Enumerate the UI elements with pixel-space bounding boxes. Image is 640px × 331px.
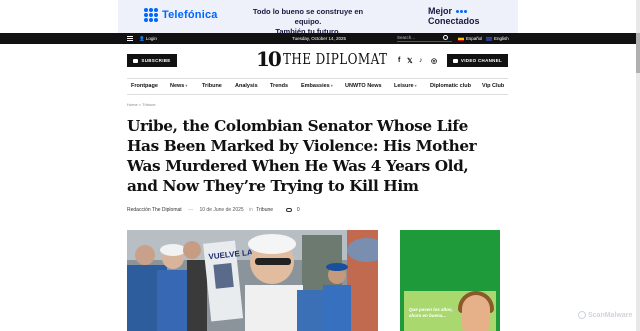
language-english[interactable]: English	[486, 36, 509, 41]
nav-label: Analysis	[235, 83, 258, 89]
sidebar-ad[interactable]: Que pasen los años, ahora en buena...	[400, 230, 500, 331]
ad-person-face	[462, 295, 490, 331]
nav-item-tribune[interactable]: Tribune	[202, 83, 222, 89]
breadcrumb-section[interactable]: Tribune	[142, 102, 155, 107]
nav-item-leisure[interactable]: Leisure▾	[394, 83, 417, 89]
site-logo[interactable]: 10 THE DIPLOMAT	[256, 47, 387, 71]
ad-brand2-line1: Mejor	[428, 6, 453, 16]
hamburger-menu-icon[interactable]	[127, 36, 133, 41]
logo-number: 10	[256, 47, 282, 71]
language-spanish-label: Español	[466, 36, 483, 41]
breadcrumb-home[interactable]: Home	[127, 102, 138, 107]
article-headline: Uribe, the Colombian Senator Whose Life …	[127, 117, 477, 195]
nav-label: Frontpage	[131, 83, 158, 89]
language-spanish[interactable]: Español	[458, 36, 482, 41]
meta-dash: —	[188, 207, 194, 213]
sidebar-ad-text: Que pasen los años, ahora en buena...	[409, 307, 453, 318]
subscribe-button[interactable]: SUBSCRIBE	[127, 54, 177, 67]
article-featured-image: VUELVE LA	[127, 230, 378, 331]
search-icon[interactable]	[443, 35, 448, 40]
nav-label: News	[170, 83, 185, 89]
nav-item-unwto-news[interactable]: UNWTO News	[345, 83, 382, 89]
article-author[interactable]: Redacción The Diplomat	[127, 207, 182, 213]
nav-item-trends[interactable]: Trends	[270, 83, 288, 89]
spain-flag-icon	[458, 36, 464, 41]
telefonica-dots-icon	[144, 8, 158, 22]
chevron-down-icon: ▾	[185, 83, 188, 88]
scanmalware-logo-icon	[578, 311, 586, 319]
login-link[interactable]: 👤 Login	[139, 36, 157, 42]
chevron-down-icon: ▾	[414, 83, 417, 88]
login-label: Login	[145, 36, 157, 41]
nav-item-news[interactable]: News▾	[170, 83, 187, 89]
ad-brand-name: Telefónica	[162, 9, 218, 21]
nav-item-embassies[interactable]: Embassies▾	[301, 83, 333, 89]
comment-icon[interactable]	[286, 207, 293, 212]
ad-tagline-line1: Todo lo bueno se construye en equipo.	[252, 7, 364, 26]
nav-label: Leisure	[394, 83, 414, 89]
page-scrollbar[interactable]	[636, 0, 640, 331]
article-date: 10 de June de 2025	[199, 207, 244, 213]
breadcrumb: Home > Tribune	[127, 102, 156, 107]
article-meta: Redacción The Diplomat — 10 de June de 2…	[127, 207, 300, 213]
telefonica-logo: Telefónica	[144, 8, 218, 22]
subscribe-label: SUBSCRIBE	[141, 58, 171, 63]
top-ad-banner[interactable]: Telefónica Todo lo bueno se construye en…	[118, 0, 518, 36]
nav-item-diplomatic-club[interactable]: Diplomatic club	[430, 83, 471, 89]
envelope-icon	[133, 58, 139, 63]
x-twitter-icon[interactable]: 𝕏	[407, 57, 413, 65]
nav-label: Tribune	[202, 83, 222, 89]
article-category[interactable]: Tribune	[256, 207, 273, 213]
sidebar-ad-card: Que pasen los años, ahora en buena...	[404, 291, 496, 331]
scanmalware-watermark: ScanMalware	[578, 311, 632, 319]
facebook-icon[interactable]: f	[398, 57, 400, 64]
ad-brand2-line2: Conectados	[428, 16, 480, 26]
instagram-icon[interactable]: ◎	[431, 57, 437, 65]
nav-item-vip-club[interactable]: Vip Club	[482, 83, 504, 89]
nav-item-analysis[interactable]: Analysis	[235, 83, 258, 89]
uk-flag-icon	[486, 36, 492, 41]
nav-label: Embassies	[301, 83, 330, 89]
language-english-label: English	[494, 36, 509, 41]
ad-secondary-brand: Mejor Conectados	[428, 6, 480, 26]
nav-label: Trends	[270, 83, 289, 89]
tiktok-icon[interactable]: ♪	[419, 57, 423, 64]
nav-item-frontpage[interactable]: Frontpage	[131, 83, 158, 89]
main-navigation: Frontpage News▾ Tribune Analysis Trends …	[127, 78, 508, 95]
ad-dots-icon	[456, 6, 468, 16]
breadcrumb-separator: >	[138, 102, 142, 107]
top-bar: 👤 Login Tuesday, October 14, 2025 Search…	[0, 33, 636, 44]
logo-text: THE DIPLOMAT	[282, 50, 388, 68]
protest-photo: VUELVE LA	[127, 230, 378, 331]
watermark-text: ScanMalware	[588, 311, 633, 319]
video-channel-label: VIDEO CHANNEL	[460, 58, 503, 63]
nav-label: Diplomatic club	[430, 83, 471, 89]
meta-in: in	[249, 207, 253, 213]
comment-count[interactable]: 0	[297, 207, 300, 213]
nav-label: Vip Club	[482, 83, 505, 89]
scrollbar-thumb[interactable]	[636, 33, 640, 73]
chevron-down-icon: ▾	[330, 83, 333, 88]
nav-label: UNWTO News	[345, 83, 382, 89]
current-date: Tuesday, October 14, 2025	[292, 36, 347, 41]
video-icon	[452, 58, 458, 63]
video-channel-button[interactable]: VIDEO CHANNEL	[447, 54, 508, 67]
